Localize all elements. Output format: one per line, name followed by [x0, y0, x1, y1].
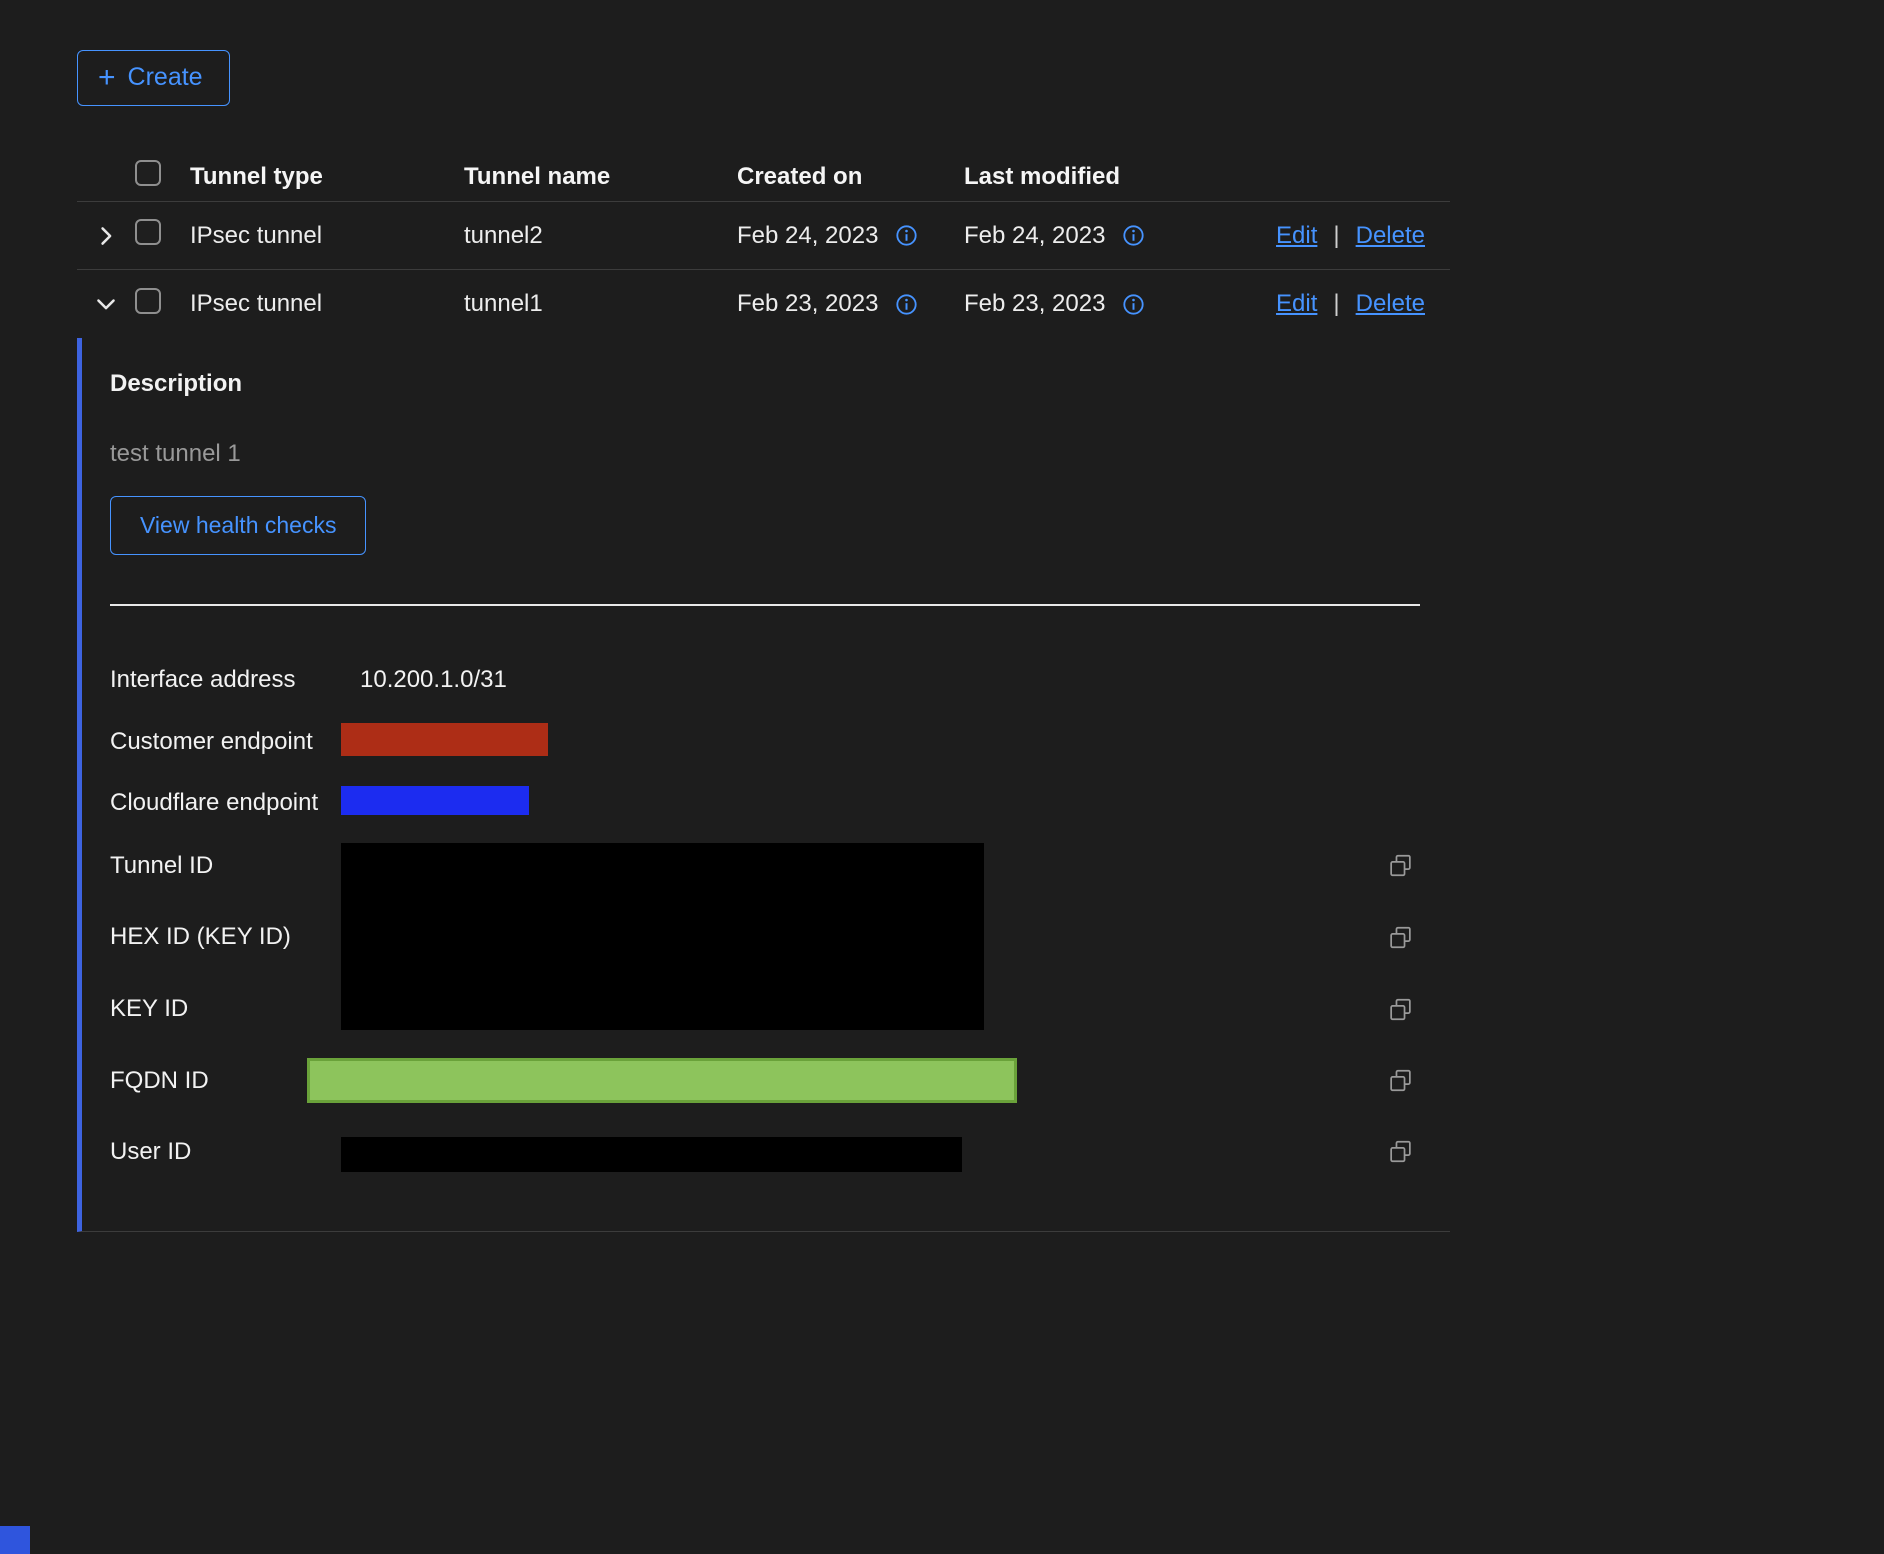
tunnel-name-value: tunnel2 [464, 222, 737, 250]
tunnel-name-value: tunnel1 [464, 290, 737, 318]
last-modified-value: Feb 24, 2023 [964, 222, 1105, 250]
header-checkbox-cell [135, 160, 190, 193]
info-icon[interactable] [1123, 294, 1144, 315]
info-icon[interactable] [1123, 225, 1144, 246]
tunnels-page: + Create Tunnel type Tunnel name Created… [0, 0, 1884, 1232]
created-on-value: Feb 23, 2023 [737, 290, 878, 318]
hex-id-label: HEX ID (KEY ID) [110, 923, 291, 951]
divider [110, 604, 1420, 606]
edit-link[interactable]: Edit [1276, 222, 1317, 250]
plus-icon: + [98, 67, 116, 89]
created-on-value: Feb 24, 2023 [737, 222, 878, 250]
interface-address-label: Interface address [110, 666, 295, 694]
tunnel-row-tunnel1: IPsec tunnel tunnel1 Feb 23, 2023 Feb 23… [77, 270, 1450, 338]
row-checkbox[interactable] [135, 288, 161, 314]
header-created-on: Created on [737, 163, 964, 191]
row-checkbox-cell [135, 288, 190, 321]
fqdn-id-redacted-value [307, 1058, 1017, 1103]
chevron-right-icon[interactable] [95, 225, 117, 247]
edit-link[interactable]: Edit [1276, 290, 1317, 318]
copy-fqdn-id-icon[interactable] [1389, 1069, 1412, 1092]
table-header-row: Tunnel type Tunnel name Created on Last … [77, 152, 1450, 202]
cloudflare-endpoint-label: Cloudflare endpoint [110, 789, 318, 817]
copy-tunnel-id-icon[interactable] [1389, 854, 1412, 877]
tunnels-table: Tunnel type Tunnel name Created on Last … [77, 152, 1450, 1232]
header-tunnel-type: Tunnel type [190, 163, 464, 191]
tunnel-id-label: Tunnel ID [110, 852, 213, 880]
copy-hex-id-icon[interactable] [1389, 926, 1412, 949]
header-tunnel-name: Tunnel name [464, 163, 737, 191]
user-id-redacted-value [341, 1137, 962, 1172]
tunnel-row-tunnel2: IPsec tunnel tunnel2 Feb 24, 2023 Feb 24… [77, 202, 1450, 270]
copy-user-id-icon[interactable] [1389, 1140, 1412, 1163]
header-last-modified: Last modified [964, 163, 1283, 191]
customer-endpoint-label: Customer endpoint [110, 728, 313, 756]
user-id-label: User ID [110, 1138, 191, 1166]
row-checkbox-cell [135, 219, 190, 252]
delete-link[interactable]: Delete [1356, 290, 1425, 318]
cloudflare-endpoint-redacted-value [341, 786, 529, 815]
info-icon[interactable] [896, 294, 917, 315]
bottom-left-accent [0, 1526, 30, 1554]
tunnel-type-value: IPsec tunnel [190, 290, 464, 318]
tunnel-detail-panel: Description test tunnel 1 View health ch… [77, 338, 1450, 1232]
description-value: test tunnel 1 [110, 440, 241, 468]
info-icon[interactable] [896, 225, 917, 246]
tunnel-id-redacted-value [341, 843, 984, 1030]
select-all-checkbox[interactable] [135, 160, 161, 186]
chevron-down-icon[interactable] [95, 293, 117, 315]
key-id-label: KEY ID [110, 995, 188, 1023]
row-checkbox[interactable] [135, 219, 161, 245]
actions-separator: | [1333, 290, 1339, 318]
tunnel-type-value: IPsec tunnel [190, 222, 464, 250]
interface-address-value: 10.200.1.0/31 [360, 666, 507, 694]
delete-link[interactable]: Delete [1356, 222, 1425, 250]
description-label: Description [110, 370, 242, 398]
fqdn-id-label: FQDN ID [110, 1067, 209, 1095]
create-button-label: Create [128, 63, 203, 92]
actions-separator: | [1333, 222, 1339, 250]
copy-key-id-icon[interactable] [1389, 998, 1412, 1021]
customer-endpoint-redacted-value [341, 723, 548, 756]
last-modified-value: Feb 23, 2023 [964, 290, 1105, 318]
view-health-checks-button[interactable]: View health checks [110, 496, 366, 555]
create-button[interactable]: + Create [77, 50, 230, 106]
